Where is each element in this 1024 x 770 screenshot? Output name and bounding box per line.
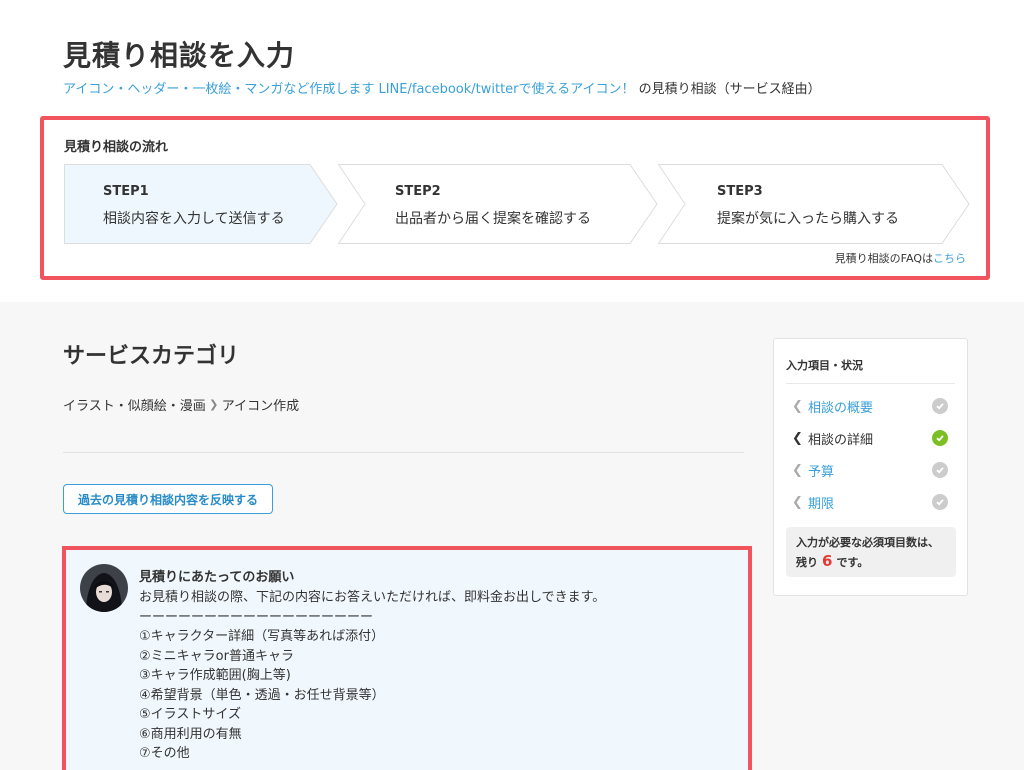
request-line: ⑦その他 bbox=[139, 746, 190, 761]
request-line: お見積り相談の際、下記の内容にお答えいただければ、即料金お出しできます。 bbox=[139, 590, 606, 605]
step-1: STEP1 相談内容を入力して送信する bbox=[64, 164, 338, 244]
faq-prefix: 見積り相談のFAQは bbox=[834, 252, 933, 265]
service-category-title: サービスカテゴリ bbox=[63, 344, 240, 369]
breadcrumb-item-parent: イラスト・似顔絵・漫画 bbox=[63, 399, 206, 414]
step-3-arrow-shape bbox=[658, 164, 970, 244]
step-2: STEP2 出品者から届く提案を確認する bbox=[338, 164, 658, 244]
breadcrumb-chevron-icon: ❯ bbox=[209, 398, 219, 411]
request-notice-panel: 見積りにあたってのお願い お見積り相談の際、下記の内容にお答えいただければ、即料… bbox=[62, 546, 752, 770]
sidebar-item-overview[interactable]: ❮ 相談の概要 bbox=[792, 395, 952, 417]
remaining-note-line: 入力が必要な必須項目数は、 bbox=[796, 536, 939, 549]
request-line: ③キャラ作成範囲(胸上等) bbox=[139, 668, 291, 683]
reflect-past-request-button[interactable]: 過去の見積り相談内容を反映する bbox=[63, 484, 273, 514]
input-status-sidebar: 入力項目・状況 ❮ 相談の概要 ❮ 相談の詳細 ❮ 予算 ❮ 期限 入力が必要な… bbox=[773, 338, 968, 596]
request-line: ②ミニキャラor普通キャラ bbox=[139, 648, 294, 664]
remaining-required-note: 入力が必要な必須項目数は、 残り 6 です。 bbox=[786, 527, 956, 577]
request-lines: お見積り相談の際、下記の内容にお答えいただければ、即料金お出しできます。 ーーー… bbox=[139, 588, 605, 764]
step-2-text: 出品者から届く提案を確認する bbox=[395, 211, 591, 227]
step-2-number: STEP2 bbox=[395, 184, 441, 199]
service-suffix: の見積り相談（サービス経由） bbox=[638, 82, 821, 97]
chevron-left-icon: ❮ bbox=[792, 494, 803, 510]
remaining-prefix: 残り bbox=[796, 556, 818, 569]
chevron-left-icon: ❮ bbox=[792, 398, 803, 414]
step-3: STEP3 提案が気に入ったら購入する bbox=[658, 164, 970, 244]
check-circle-icon bbox=[932, 462, 948, 478]
check-circle-icon bbox=[932, 430, 948, 446]
remaining-count-line: 残り 6 です。 bbox=[796, 552, 956, 572]
step-3-number: STEP3 bbox=[717, 184, 763, 199]
sidebar-item-budget[interactable]: ❮ 予算 bbox=[792, 459, 952, 481]
breadcrumb: イラスト・似顔絵・漫画 ❯ アイコン作成 bbox=[63, 395, 299, 414]
top-section: 見積り相談を入力 アイコン・ヘッダー・一枚絵・マンガなど作成します LINE/f… bbox=[0, 0, 1024, 302]
request-line: ⑥商用利用の有無 bbox=[139, 726, 242, 742]
step-1-number: STEP1 bbox=[103, 184, 149, 199]
chevron-left-icon: ❮ bbox=[792, 462, 803, 478]
sidebar-item-label: 相談の詳細 bbox=[808, 432, 874, 448]
avatar bbox=[80, 564, 128, 612]
request-line: ⑤イラストサイズ bbox=[139, 707, 242, 722]
check-circle-icon bbox=[932, 494, 948, 510]
request-heading: 見積りにあたってのお願い bbox=[139, 570, 295, 585]
avatar-portrait-icon bbox=[80, 564, 128, 612]
remaining-suffix: です。 bbox=[836, 556, 869, 569]
breadcrumb-item-current: アイコン作成 bbox=[221, 399, 300, 414]
remaining-count: 6 bbox=[822, 552, 833, 570]
page-title: 見積り相談を入力 bbox=[63, 39, 296, 72]
step-2-arrow-shape bbox=[338, 164, 658, 244]
sidebar-item-label: 期限 bbox=[808, 496, 835, 512]
chevron-left-icon: ❮ bbox=[792, 430, 803, 446]
check-circle-icon bbox=[932, 398, 948, 414]
faq-note: 見積り相談のFAQはこちら bbox=[835, 250, 966, 266]
flow-title: 見積り相談の流れ bbox=[64, 140, 169, 155]
sidebar-item-label: 予算 bbox=[808, 464, 835, 480]
sidebar-title: 入力項目・状況 bbox=[786, 359, 863, 372]
step-1-text: 相談内容を入力して送信する bbox=[103, 211, 285, 227]
request-line: ④希望背景（単色・透過・お任せ背景等） bbox=[139, 687, 385, 703]
request-line: ①キャラクター詳細（写真等あれば添付） bbox=[139, 629, 385, 644]
service-link[interactable]: アイコン・ヘッダー・一枚絵・マンガなど作成します LINE/facebook/t… bbox=[63, 82, 634, 97]
step-1-arrow-shape bbox=[64, 164, 338, 244]
section-divider bbox=[63, 452, 744, 453]
service-subtitle: アイコン・ヘッダー・一枚絵・マンガなど作成します LINE/facebook/t… bbox=[63, 78, 821, 97]
faq-link[interactable]: こちら bbox=[933, 252, 966, 265]
sidebar-item-label: 相談の概要 bbox=[808, 400, 874, 416]
sidebar-divider bbox=[786, 383, 955, 384]
sidebar-item-details[interactable]: ❮ 相談の詳細 bbox=[792, 427, 952, 449]
step-3-text: 提案が気に入ったら購入する bbox=[717, 211, 899, 227]
request-line: ーーーーーーーーーーーーーーーーーー bbox=[139, 609, 374, 625]
estimate-flow-panel: 見積り相談の流れ STEP1 相談内容を入力して送信する STEP2 出品者から… bbox=[40, 116, 990, 280]
sidebar-item-deadline[interactable]: ❮ 期限 bbox=[792, 491, 952, 513]
